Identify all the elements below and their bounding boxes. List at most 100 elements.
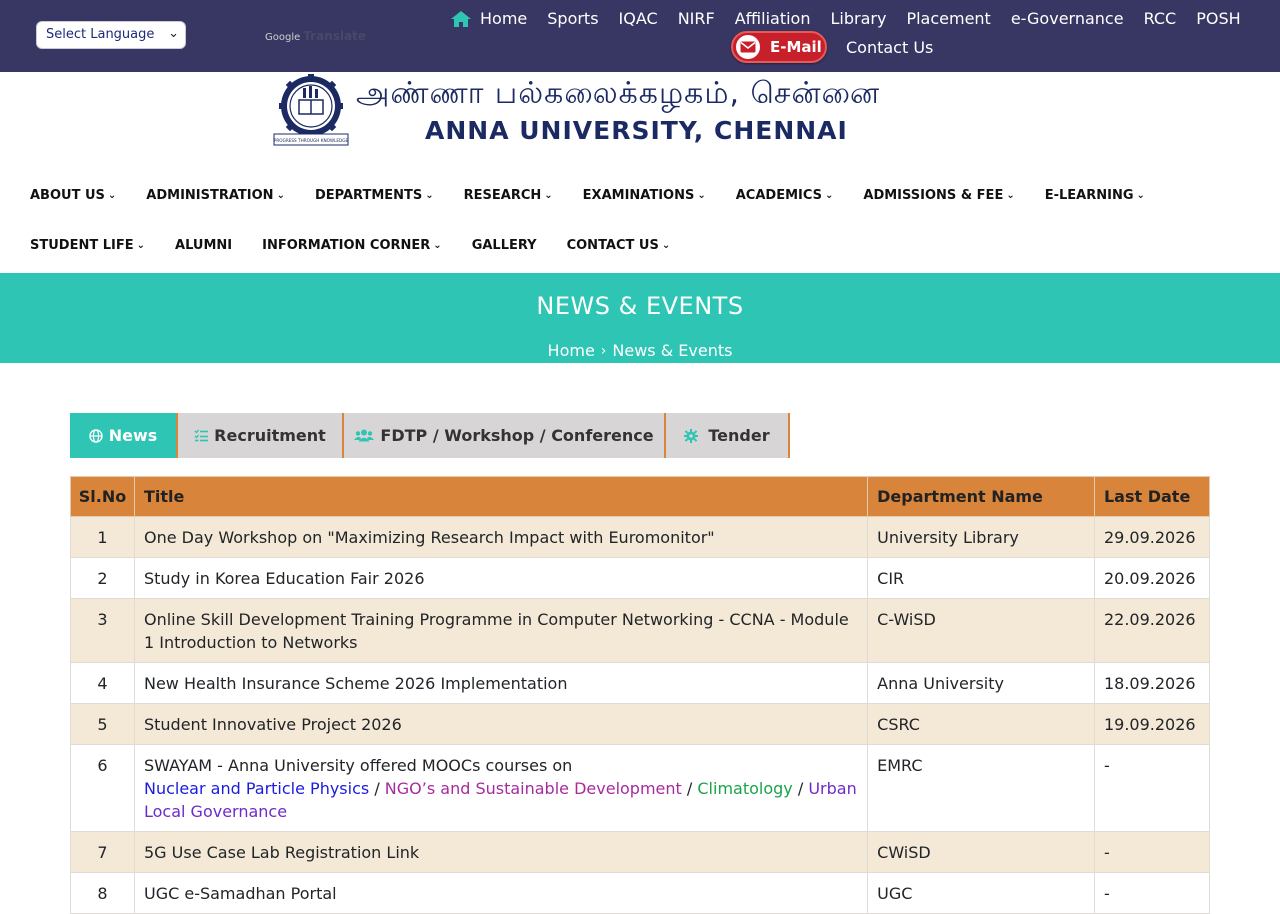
tab-tender[interactable]: Tender xyxy=(666,413,790,458)
chevron-down-icon: ⌄ xyxy=(1136,190,1145,201)
cell-slno: 6 xyxy=(70,744,135,832)
mooc-link-nuclear-physics[interactable]: Nuclear and Particle Physics xyxy=(144,779,369,798)
column-header-department: Department Name xyxy=(867,476,1095,517)
logo-tamil-name[interactable]: அண்ணா பல்கலைக்கழகம், சென்னை xyxy=(356,76,880,115)
logo-area: PROGRESS THROUGH KNOWLEDGE அண்ணா பல்கலைக… xyxy=(0,72,1280,172)
nav-administration[interactable]: ADMINISTRATION ⌄ xyxy=(146,188,285,203)
cell-title-link[interactable]: Online Skill Development Training Progra… xyxy=(133,598,869,663)
tab-news-label: News xyxy=(108,426,158,445)
nav-information-corner[interactable]: INFORMATION CORNER ⌄ xyxy=(262,238,442,253)
chevron-down-icon: ⌄ xyxy=(107,190,117,201)
language-select[interactable]: Select Language ⌄ xyxy=(36,21,186,49)
nav-alumni-label: ALUMNI xyxy=(175,238,233,253)
nav-academics[interactable]: ACADEMICS ⌄ xyxy=(736,188,834,203)
page-banner: NEWS & EVENTS Home › News & Events xyxy=(0,273,1280,363)
chevron-down-icon: ⌄ xyxy=(276,190,285,201)
cell-department: CWiSD xyxy=(867,831,1095,873)
mooc-link-climatology[interactable]: Climatology xyxy=(697,779,792,798)
nav-admissions-fee-label: ADMISSIONS & FEE xyxy=(863,188,1004,203)
top-links: Home Sports IQAC NIRF Affiliation Librar… xyxy=(450,9,1261,28)
breadcrumb-home[interactable]: Home xyxy=(548,341,595,360)
cell-department: Anna University xyxy=(867,662,1095,704)
table-header-row: Sl.No Title Department Name Last Date xyxy=(70,476,1211,517)
cell-last-date: 19.09.2026 xyxy=(1093,703,1211,745)
cell-slno: 1 xyxy=(70,516,135,558)
cell-department: CIR xyxy=(867,557,1095,599)
top-link-iqac[interactable]: IQAC xyxy=(619,9,658,28)
link-separator: / xyxy=(797,779,804,798)
nav-row-1: ABOUT US ⌄ ADMINISTRATION ⌄ DEPARTMENTS ⌄ R… xyxy=(30,188,1175,203)
top-link-library[interactable]: Library xyxy=(830,9,886,28)
nav-contact-us[interactable]: CONTACT US ⌄ xyxy=(567,238,671,253)
nav-alumni[interactable]: ALUMNI xyxy=(175,238,232,253)
table-row: 4 New Health Insurance Scheme 2026 Imple… xyxy=(70,662,1211,704)
cell-slno: 4 xyxy=(70,662,135,704)
table-row: 1 One Day Workshop on "Maximizing Resear… xyxy=(70,516,1211,558)
cell-department: C-WiSD xyxy=(867,598,1095,663)
cell-slno: 7 xyxy=(70,831,135,873)
cell-last-date: - xyxy=(1093,831,1211,873)
table-row: 2 Study in Korea Education Fair 2026 CIR… xyxy=(70,557,1211,599)
top-link-home[interactable]: Home xyxy=(450,9,527,28)
cell-slno: 2 xyxy=(70,557,135,599)
nav-student-life[interactable]: STUDENT LIFE ⌄ xyxy=(30,238,145,253)
link-separator: / xyxy=(686,779,693,798)
chevron-down-icon: ⌄ xyxy=(825,190,834,201)
table-row: 7 5G Use Case Lab Registration Link CWiS… xyxy=(70,831,1211,873)
top-link-posh[interactable]: POSH xyxy=(1196,9,1240,28)
logo-english-name[interactable]: ANNA UNIVERSITY, CHENNAI xyxy=(425,116,848,145)
breadcrumb: Home › News & Events xyxy=(0,341,1280,360)
nav-research-label: RESEARCH xyxy=(463,188,542,203)
list-check-icon xyxy=(194,429,209,442)
news-tabs: News Recruitment FDTP / Workshop / Confe… xyxy=(70,413,790,458)
top-link-egovernance[interactable]: e-Governance xyxy=(1011,9,1124,28)
tab-news[interactable]: News xyxy=(70,413,178,458)
cell-last-date: 22.09.2026 xyxy=(1093,598,1211,663)
nav-departments[interactable]: DEPARTMENTS ⌄ xyxy=(315,188,434,203)
top-link-affiliation[interactable]: Affiliation xyxy=(735,9,811,28)
cell-title-link[interactable]: Student Innovative Project 2026 xyxy=(133,703,869,745)
table-row: 5 Student Innovative Project 2026 CSRC 1… xyxy=(70,703,1211,745)
nav-admissions-fee[interactable]: ADMISSIONS & FEE ⌄ xyxy=(863,188,1014,203)
nav-contact-us-label: CONTACT US xyxy=(566,238,659,253)
translate-label: Translate xyxy=(303,29,366,43)
nav-e-learning[interactable]: E-LEARNING ⌄ xyxy=(1045,188,1145,203)
cell-title-link[interactable]: One Day Workshop on "Maximizing Research… xyxy=(133,516,869,558)
top-link-contact[interactable]: Contact Us xyxy=(846,38,933,57)
table-row: 6 SWAYAM - Anna University offered MOOCs… xyxy=(70,744,1211,832)
nav-gallery-label: GALLERY xyxy=(471,238,537,253)
tab-tender-label: Tender xyxy=(708,426,770,445)
email-button[interactable]: E-Mail xyxy=(731,31,827,63)
cell-title-link[interactable]: Study in Korea Education Fair 2026 xyxy=(133,557,869,599)
cell-title-link[interactable]: 5G Use Case Lab Registration Link xyxy=(133,831,869,873)
top-link-sports[interactable]: Sports xyxy=(547,9,598,28)
tab-recruitment[interactable]: Recruitment xyxy=(178,413,344,458)
cell-slno: 5 xyxy=(70,703,135,745)
column-header-last-date: Last Date xyxy=(1093,476,1211,517)
top-link-rcc[interactable]: RCC xyxy=(1144,9,1177,28)
globe-icon xyxy=(89,428,103,443)
email-button-label: E-Mail xyxy=(770,38,822,56)
tab-fdtp-workshop-conference[interactable]: FDTP / Workshop / Conference xyxy=(344,413,666,458)
cell-title-link[interactable]: New Health Insurance Scheme 2026 Impleme… xyxy=(133,662,869,704)
google-translate-credit[interactable]: Google Translate xyxy=(265,29,366,43)
nav-about-us-label: ABOUT US xyxy=(30,188,105,203)
column-header-slno: Sl.No xyxy=(70,476,135,517)
cell-department: University Library xyxy=(867,516,1095,558)
nav-about-us[interactable]: ABOUT US ⌄ xyxy=(30,188,116,203)
nav-examinations[interactable]: EXAMINATIONS ⌄ xyxy=(583,188,706,203)
cell-slno: 8 xyxy=(70,872,135,914)
cell-last-date: - xyxy=(1093,744,1211,832)
mail-icon xyxy=(736,35,760,59)
nav-gallery[interactable]: GALLERY xyxy=(472,238,537,253)
top-link-nirf[interactable]: NIRF xyxy=(678,9,715,28)
university-emblem[interactable]: PROGRESS THROUGH KNOWLEDGE xyxy=(272,74,350,146)
mooc-link-ngo-sustainable[interactable]: NGO’s and Sustainable Development xyxy=(385,779,682,798)
link-separator: / xyxy=(374,779,380,798)
top-link-placement[interactable]: Placement xyxy=(906,9,990,28)
nav-research[interactable]: RESEARCH ⌄ xyxy=(464,188,553,203)
main-navigation: ABOUT US ⌄ ADMINISTRATION ⌄ DEPARTMENTS ⌄ R… xyxy=(0,172,1280,272)
nav-student-life-label: STUDENT LIFE xyxy=(30,238,134,253)
cell-title-link[interactable]: UGC e-Samadhan Portal xyxy=(133,872,869,914)
cell-last-date: 18.09.2026 xyxy=(1093,662,1211,704)
